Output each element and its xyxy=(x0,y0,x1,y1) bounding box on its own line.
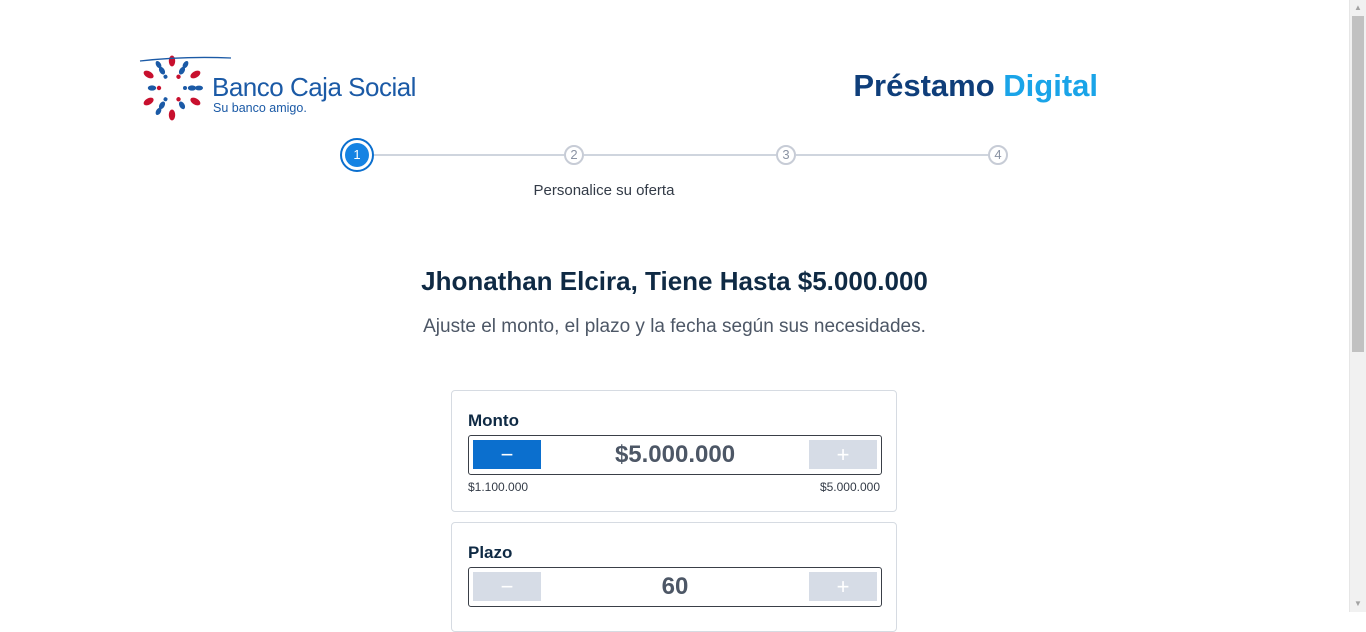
stepper-line xyxy=(584,154,776,156)
monto-decrease-button[interactable]: − xyxy=(473,440,541,469)
active-step-label: Personalice su oferta xyxy=(533,182,675,199)
plazo-increase-button[interactable]: + xyxy=(809,572,877,601)
monto-stepper: − $5.000.000 + xyxy=(468,435,882,475)
scroll-down-arrow-icon[interactable]: ▼ xyxy=(1350,596,1366,612)
monto-value[interactable]: $5.000.000 xyxy=(549,436,801,474)
logo-sunburst-icon xyxy=(143,55,203,121)
monto-increase-button[interactable]: + xyxy=(809,440,877,469)
plazo-label: Plazo xyxy=(468,543,513,562)
stepper-line xyxy=(374,154,564,156)
bank-tagline: Su banco amigo. xyxy=(213,101,307,115)
plazo-decrease-button[interactable]: − xyxy=(473,572,541,601)
product-title-part1: Préstamo xyxy=(853,68,995,103)
step-3[interactable]: 3 xyxy=(776,145,796,165)
plazo-stepper: − 60 + xyxy=(468,567,882,607)
bank-logo[interactable]: Banco Caja Social Su banco amigo. xyxy=(139,55,429,125)
page-scrollbar[interactable]: ▲ ▼ xyxy=(1349,0,1366,612)
progress-stepper: 1 2 3 4 xyxy=(340,138,1020,172)
monto-card: Monto − $5.000.000 + $1.100.000 $5.000.0… xyxy=(451,390,897,512)
step-4[interactable]: 4 xyxy=(988,145,1008,165)
scroll-up-arrow-icon[interactable]: ▲ xyxy=(1350,0,1366,16)
scrollbar-thumb[interactable] xyxy=(1352,16,1364,352)
bank-name: Banco Caja Social xyxy=(212,72,416,102)
step-2[interactable]: 2 xyxy=(564,145,584,165)
plazo-card: Plazo − 60 + xyxy=(451,522,897,632)
product-title: Préstamo Digital xyxy=(853,68,1098,104)
offer-heading: Jhonathan Elcira, Tiene Hasta $5.000.000 xyxy=(421,266,928,296)
step-1-number: 1 xyxy=(345,143,369,167)
monto-label: Monto xyxy=(468,411,519,430)
plazo-value[interactable]: 60 xyxy=(549,568,801,606)
monto-max: $5.000.000 xyxy=(819,480,880,494)
stepper-line xyxy=(796,154,988,156)
step-1[interactable]: 1 xyxy=(340,138,374,172)
product-title-part2: Digital xyxy=(1003,68,1098,103)
tagline-swoosh xyxy=(139,56,232,62)
offer-subheading: Ajuste el monto, el plazo y la fecha seg… xyxy=(423,316,926,337)
monto-min: $1.100.000 xyxy=(468,480,529,494)
